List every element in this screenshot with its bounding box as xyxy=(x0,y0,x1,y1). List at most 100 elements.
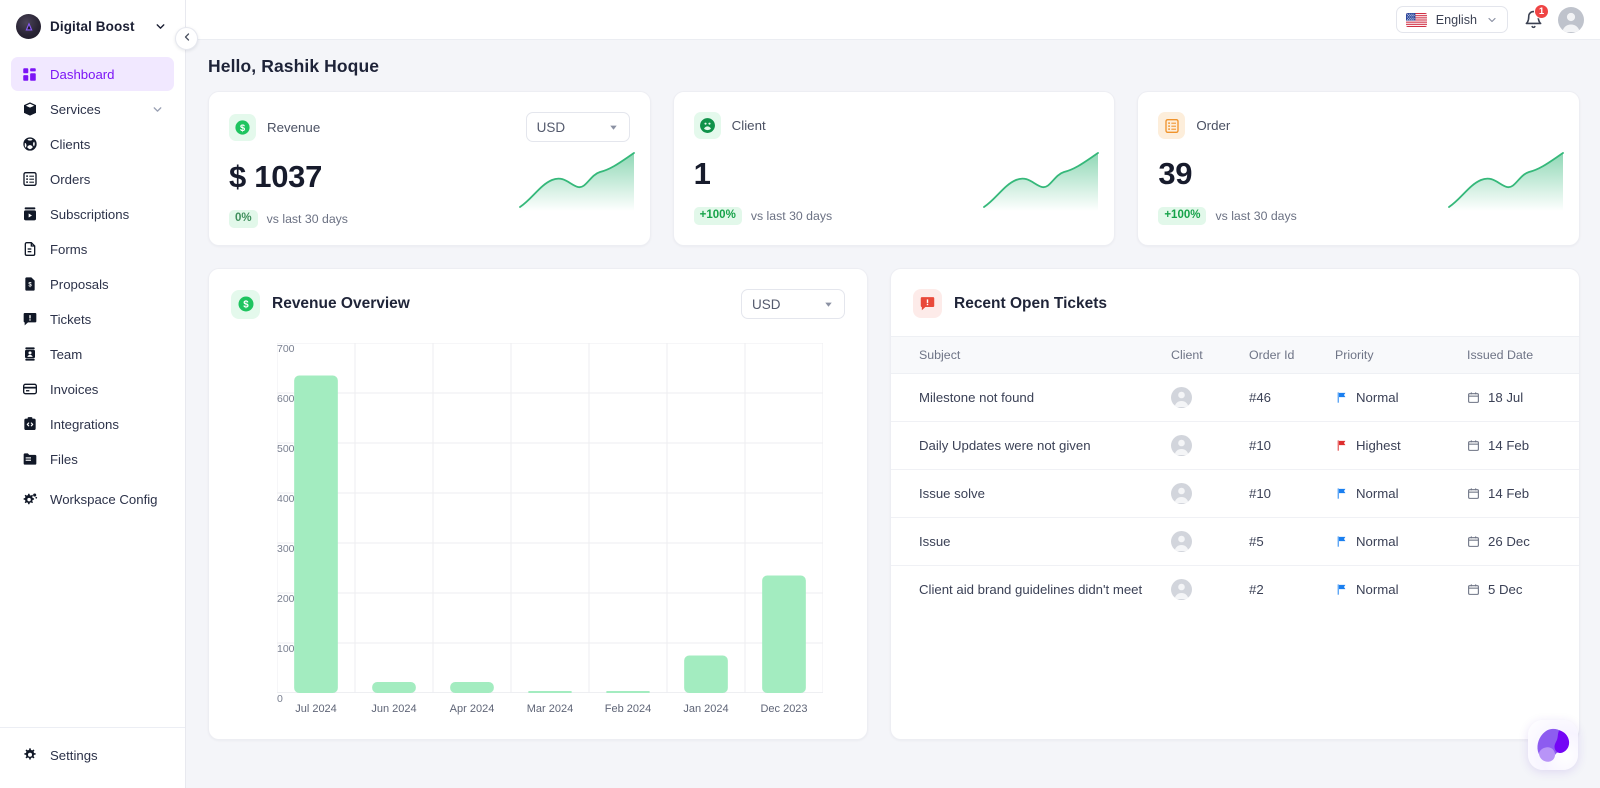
sidebar-item-team[interactable]: Team xyxy=(11,337,174,371)
sidebar-item-workspace-config[interactable]: Workspace Config xyxy=(11,477,174,523)
brand-selector[interactable]: Digital Boost xyxy=(0,0,185,51)
sidebar-item-tickets[interactable]: Tickets xyxy=(11,302,174,336)
issued-date-label: 14 Feb xyxy=(1488,486,1530,501)
table-header-row: Subject Client Order Id Priority Issued … xyxy=(891,336,1579,374)
stat-card-title: Order xyxy=(1196,118,1231,133)
sidebar-collapse-button[interactable] xyxy=(175,27,198,50)
user-avatar-icon xyxy=(1171,579,1192,600)
calendar-icon xyxy=(1467,583,1480,596)
x-axis-tick: Feb 2024 xyxy=(604,703,652,715)
table-row[interactable]: Issue #5 Normal 26 Dec xyxy=(891,517,1579,566)
sidebar-item-files[interactable]: Files xyxy=(11,442,174,476)
stat-card-footer: 0% vs last 30 days xyxy=(229,210,630,228)
ticket-client xyxy=(1171,566,1249,614)
tickets-table-header: Subject Client Order Id Priority Issued … xyxy=(891,336,1579,374)
stat-card-header: Client xyxy=(693,112,1095,139)
main-region: English 1 Hello, Rashik Hoque $ Revenue … xyxy=(186,0,1600,788)
app-root: Digital Boost Dashboard Services Clients… xyxy=(0,0,1600,788)
x-axis-tick: Mar 2024 xyxy=(526,703,574,715)
sidebar-item-services[interactable]: Services xyxy=(11,92,174,126)
sidebar-item-proposals[interactable]: $ Proposals xyxy=(11,267,174,301)
notification-count-badge: 1 xyxy=(1534,3,1549,19)
user-avatar-icon xyxy=(1171,531,1192,552)
x-axis-tick: Jul 2024 xyxy=(295,703,337,715)
column-header-issued-date: Issued Date xyxy=(1467,336,1579,374)
revenue-overview-card: $ Revenue Overview USD 0 100 200 300 400 500 6… xyxy=(208,268,868,740)
chart-bar[interactable] xyxy=(606,691,650,693)
table-row[interactable]: Milestone not found #46 Normal 18 Jul xyxy=(891,373,1579,422)
ticket-order-id: #2 xyxy=(1249,582,1264,597)
priority-label: Highest xyxy=(1356,438,1401,453)
ticket-order-id: #5 xyxy=(1249,517,1335,566)
chart-bar[interactable] xyxy=(294,375,338,694)
ticket-chat-icon xyxy=(21,311,38,328)
box-icon xyxy=(21,101,38,118)
notifications-button[interactable]: 1 xyxy=(1522,3,1549,31)
table-row[interactable]: Daily Updates were not given #10 Highest 14… xyxy=(891,421,1579,470)
assistant-fab-button[interactable] xyxy=(1528,720,1578,770)
sidebar-item-subscriptions[interactable]: Subscriptions xyxy=(11,197,174,231)
chevron-down-icon xyxy=(1486,14,1498,26)
ticket-issued-date: 26 Dec xyxy=(1467,517,1579,566)
user-avatar-button[interactable] xyxy=(1558,6,1584,33)
x-axis-tick: Dec 2023 xyxy=(760,703,808,715)
column-header-client: Client xyxy=(1171,336,1249,374)
language-selector[interactable]: English xyxy=(1395,6,1508,33)
table-row[interactable]: Client aid brand guidelines didn't meet #… xyxy=(891,566,1579,614)
tickets-table: Subject Client Order Id Priority Issued … xyxy=(891,336,1579,613)
chart-bar[interactable] xyxy=(528,691,572,693)
sidebar-item-forms[interactable]: Forms xyxy=(11,232,174,266)
ticket-subject: Issue solve xyxy=(891,469,1171,518)
stat-card-delta-note: vs last 30 days xyxy=(266,211,348,226)
chart-bar[interactable] xyxy=(372,682,416,693)
currency-value: USD xyxy=(536,119,566,135)
stat-card-title: Revenue xyxy=(267,119,321,135)
sidebar-item-invoices[interactable]: Invoices xyxy=(11,372,174,406)
sidebar-item-label: Invoices xyxy=(50,381,99,397)
sidebar-item-dashboard[interactable]: Dashboard xyxy=(11,57,174,91)
chart-bar[interactable] xyxy=(450,682,494,693)
digital-boost-logo xyxy=(16,14,41,39)
table-row[interactable]: Issue solve #10 Normal 14 Feb xyxy=(891,469,1579,518)
tickets-table-body: Milestone not found #46 Normal 18 Jul Daily … xyxy=(891,373,1579,614)
stat-card-client: Client 1 +100% vs last 30 days xyxy=(672,91,1116,246)
revenue-bar-chart: 0 100 200 300 400 500 600 700 Jul 2024 Jun 2024 Ap… xyxy=(231,337,845,727)
ticket-alert-icon xyxy=(913,289,942,318)
x-axis-tick: Jun 2024 xyxy=(371,703,417,715)
us-flag-icon xyxy=(1405,12,1427,27)
sidebar-item-settings[interactable]: Settings xyxy=(11,738,174,772)
bar-chart-svg xyxy=(276,342,824,694)
ticket-client xyxy=(1171,517,1249,566)
flag-icon xyxy=(1335,535,1348,548)
x-axis-tick: Apr 2024 xyxy=(449,703,495,715)
ticket-priority: Normal xyxy=(1335,373,1467,422)
chart-currency-select[interactable]: USD xyxy=(741,289,845,319)
clients-icon xyxy=(21,136,38,153)
ticket-priority: Normal xyxy=(1335,566,1467,614)
sidebar-item-orders[interactable]: Orders xyxy=(11,162,174,196)
sidebar-item-label: Dashboard xyxy=(50,66,115,82)
revenue-currency-select[interactable]: USD xyxy=(525,112,630,142)
chevron-down-icon[interactable] xyxy=(151,103,164,116)
chart-bar[interactable] xyxy=(684,655,728,694)
sidebar-item-clients[interactable]: Clients xyxy=(11,127,174,161)
sidebar-item-integrations[interactable]: Integrations xyxy=(11,407,174,441)
workspace-gear-icon xyxy=(21,492,38,509)
ticket-client xyxy=(1171,421,1249,470)
sidebar-item-label: Files xyxy=(50,451,78,467)
issued-date-label: 14 Feb xyxy=(1488,438,1530,453)
calendar-icon xyxy=(1467,535,1480,548)
chevron-down-icon[interactable] xyxy=(154,20,167,33)
status-badge: +100% xyxy=(693,207,742,225)
order-sparkline xyxy=(1448,152,1564,211)
assistant-orb-icon xyxy=(1534,726,1572,764)
chart-bar[interactable] xyxy=(762,575,806,694)
ticket-order-id: #10 xyxy=(1249,421,1335,470)
stat-card-order: Order 39 +100% vs last 30 days xyxy=(1137,91,1581,246)
dashboard-bottom-row: $ Revenue Overview USD 0 100 200 300 400 500 6… xyxy=(208,268,1580,740)
team-badge-icon xyxy=(21,346,38,363)
sidebar-item-label: Integrations xyxy=(50,416,119,432)
ticket-order-id: #46 xyxy=(1249,373,1335,422)
priority-label: Normal xyxy=(1356,486,1399,501)
